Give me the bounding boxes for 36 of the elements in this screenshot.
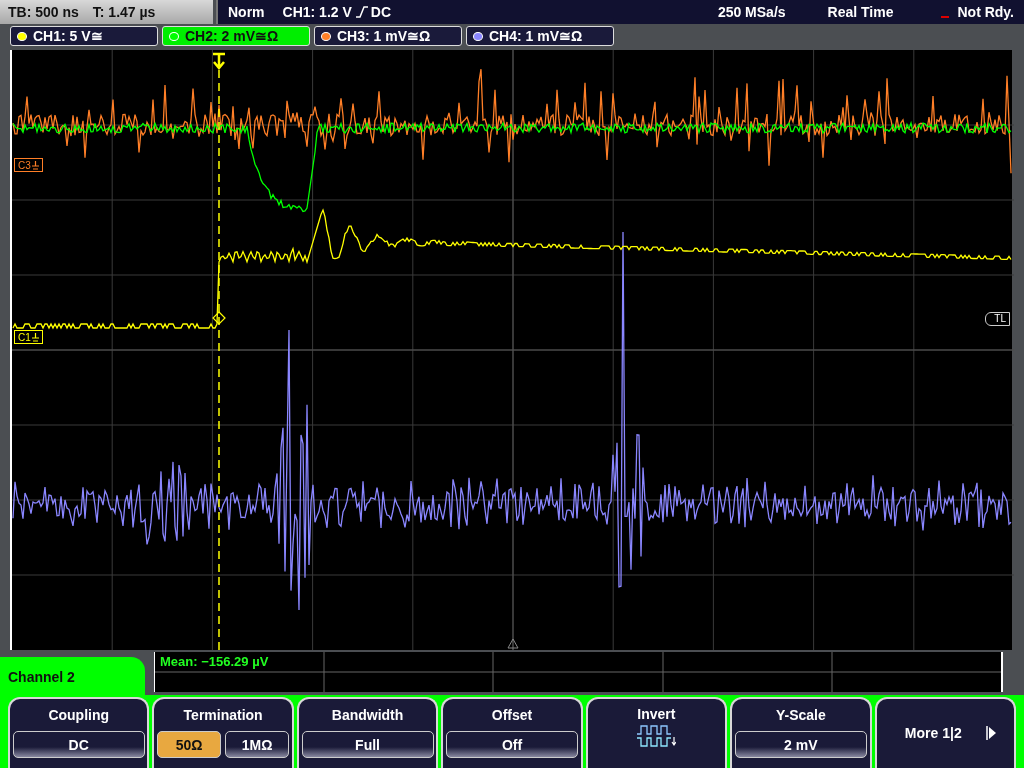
arrow-right-icon [985, 726, 996, 740]
value-button[interactable]: DC [12, 731, 145, 758]
value-button[interactable]: Off [446, 731, 578, 758]
trigger-level-icon [212, 311, 226, 325]
channel-tab[interactable]: CH1: 5 V≅ [10, 26, 158, 46]
acquisition-mode-text: Real Time [827, 4, 894, 20]
softkey-label: Offset [491, 707, 533, 723]
trigger-mode-text: Norm [228, 4, 265, 20]
option-button[interactable]: 1MΩ [225, 731, 290, 758]
value-button[interactable]: Full [301, 731, 434, 758]
softkey-label: Bandwidth [331, 707, 404, 723]
softkey-label: Coupling [48, 707, 110, 723]
invert-button[interactable]: Invert [585, 697, 728, 768]
value-button[interactable]: 2 mV [734, 731, 867, 758]
softkey-label: Y-Scale [775, 707, 826, 723]
measurement-result: Mean: −156.29 µV [159, 653, 269, 671]
invert-waveform-icon [636, 725, 677, 747]
option-button[interactable]: 50Ω [157, 731, 222, 758]
channel-tab[interactable]: CH4: 1 mV≅Ω [466, 26, 614, 46]
softkey-label: Termination [183, 707, 263, 723]
more-button[interactable]: More 1|2 [874, 697, 1016, 768]
timebase-text: TB: 500 ns [8, 4, 79, 20]
trigger-time-text: T: 1.47 µs [92, 4, 156, 20]
trigger-level-marker: TL [985, 312, 1010, 326]
trigger-level-text: CH1: 1.2 V [282, 4, 352, 20]
sample-rate-text: 250 MSa/s [717, 4, 786, 20]
trigger-position-icon [211, 52, 227, 70]
channel-tab[interactable]: CH2: 2 mV≅Ω [162, 26, 310, 46]
status-indicator-icon [941, 16, 950, 18]
marker-label: C1 [18, 331, 31, 343]
channel-tab[interactable]: CH3: 1 mV≅Ω [314, 26, 462, 46]
center-marker-icon [507, 638, 519, 649]
rising-edge-icon [355, 6, 368, 18]
marker-label: C3 [18, 159, 31, 171]
trigger-coupling-text: DC [370, 4, 392, 20]
status-text: Not Rdy. [957, 4, 1014, 20]
